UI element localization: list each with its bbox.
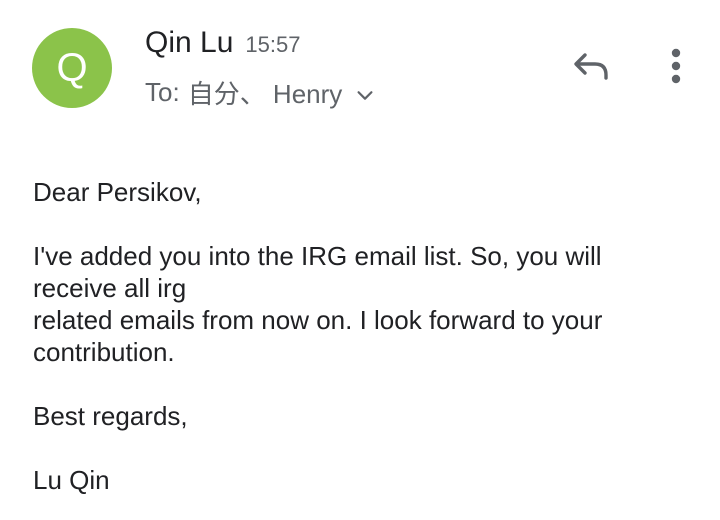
body-line: I've added you into the IRG email list. … — [33, 241, 602, 271]
body-line: receive all irg — [33, 273, 187, 303]
avatar[interactable]: Q — [32, 28, 112, 108]
recipients-toggle[interactable]: To: 自分、 Henry — [145, 74, 376, 111]
greeting: Dear Persikov, — [33, 177, 202, 207]
closing: Best regards, — [33, 401, 188, 431]
chevron-down-icon — [354, 82, 376, 104]
more-vert-icon — [670, 46, 682, 91]
more-options-button[interactable] — [656, 44, 696, 92]
avatar-letter: Q — [56, 45, 88, 90]
message-time: 15:57 — [245, 32, 301, 57]
message-header: Q Qin Lu 15:57 To: 自分、 Henry — [0, 0, 720, 130]
body-line: related emails from now on. I look forwa… — [33, 305, 603, 335]
sender-name[interactable]: Qin Lu — [145, 26, 233, 60]
to-label: To: — [145, 77, 180, 107]
message-body: Dear Persikov, I've added you into the I… — [33, 176, 693, 496]
sender-row: Qin Lu 15:57 — [145, 26, 300, 60]
body-line: contribution. — [33, 337, 175, 367]
reply-button[interactable] — [568, 46, 614, 92]
signature: Lu Qin — [33, 465, 110, 495]
recipients-list: 自分、 Henry — [187, 79, 343, 109]
reply-icon — [571, 47, 611, 92]
